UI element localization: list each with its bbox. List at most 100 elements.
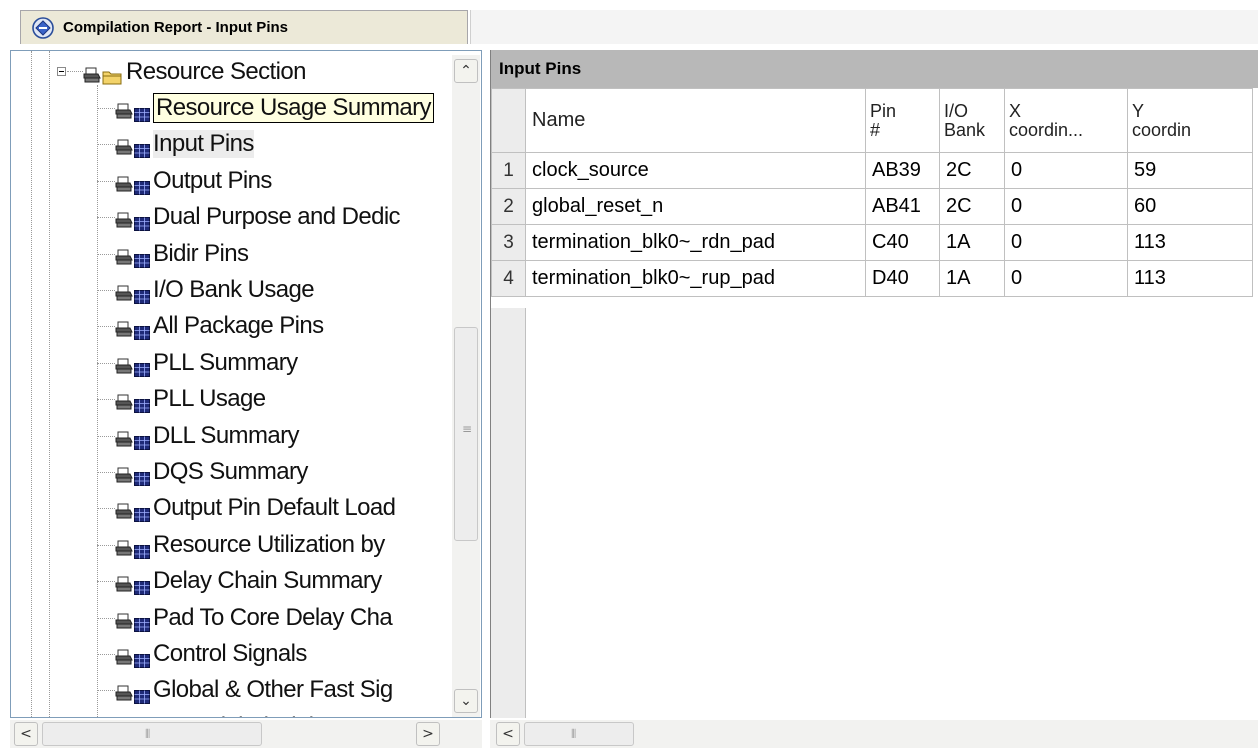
tab-compilation-report[interactable]: Compilation Report - Input Pins <box>20 10 468 44</box>
tree-item-all-package-pins[interactable]: All Package Pins <box>115 309 324 343</box>
column-header-pin[interactable]: Pin # <box>865 88 940 153</box>
cell-io-bank: 2C <box>939 152 1005 189</box>
tree-connector <box>97 362 115 364</box>
tree-connector <box>97 326 115 328</box>
scroll-thumb[interactable]: ⦀ <box>524 722 634 746</box>
tree-item-label: Input Pins <box>153 130 254 159</box>
scroll-left-button[interactable]: < <box>14 722 38 746</box>
tree-item-pll-usage[interactable]: PLL Usage <box>115 382 266 416</box>
tree-item-pad-to-core-delay[interactable]: Pad To Core Delay Cha <box>115 601 393 635</box>
input-pins-table: Name Pin # I/O Bank X coordin... Y coord… <box>491 88 1253 297</box>
tree-connector <box>97 253 115 255</box>
scroll-left-button[interactable]: < <box>496 722 520 746</box>
print-icon <box>115 609 133 629</box>
tree-item-control-signals[interactable]: Control Signals <box>115 637 307 671</box>
column-header-label: Pin <box>870 100 897 121</box>
report-tree: Resource Section Resource Usage Summary I… <box>10 50 482 718</box>
tree-vertical-scrollbar[interactable]: ⌃ ≡ ⌄ <box>452 55 480 717</box>
print-icon <box>115 390 133 410</box>
cell-name: termination_blk0~_rdn_pad <box>525 224 866 261</box>
cell-name: global_reset_n <box>525 188 866 225</box>
table-row[interactable]: 1 clock_source AB39 2C 0 59 <box>491 152 1253 189</box>
column-header-label: I/O <box>944 100 969 121</box>
print-icon <box>115 317 133 337</box>
chevron-right-icon: > <box>422 726 434 742</box>
tree-item-global-fast-signals[interactable]: Global & Other Fast Sig <box>115 673 393 707</box>
scroll-down-button[interactable]: ⌄ <box>454 689 478 713</box>
row-number: 2 <box>491 188 526 225</box>
print-icon <box>115 99 133 119</box>
cell-io-bank: 2C <box>939 188 1005 225</box>
tree-item-dqs-summary[interactable]: DQS Summary <box>115 455 308 489</box>
table-row[interactable]: 4 termination_blk0~_rup_pad D40 1A 0 113 <box>491 260 1253 297</box>
cell-pin: C40 <box>865 224 940 261</box>
tree-item-label: Resource Utilization by <box>153 530 385 558</box>
report-horizontal-scrollbar[interactable]: < ⦀ <box>490 720 1258 748</box>
column-header-y-coordinate[interactable]: Y coordin <box>1127 88 1253 153</box>
print-icon <box>115 208 133 228</box>
row-number: 4 <box>491 260 526 297</box>
tree-item-io-bank-usage[interactable]: I/O Bank Usage <box>115 273 315 307</box>
print-icon <box>115 499 133 519</box>
table-icon <box>134 429 150 450</box>
column-header-io-bank[interactable]: I/O Bank <box>939 88 1005 153</box>
scroll-up-button[interactable]: ⌃ <box>454 59 478 83</box>
tree-connector <box>97 399 115 401</box>
column-header-x-coordinate[interactable]: X coordin... <box>1004 88 1128 153</box>
scroll-thumb[interactable]: ⦀ <box>42 722 262 746</box>
tree-item-label: Control Signals <box>153 640 307 667</box>
column-header-label: coordin... <box>1009 119 1084 140</box>
tree-item-bidir-pins[interactable]: Bidir Pins <box>115 237 249 271</box>
table-row[interactable]: 3 termination_blk0~_rdn_pad C40 1A 0 113 <box>491 224 1253 261</box>
tree-section-resource[interactable]: Resource Section <box>83 55 306 89</box>
cell-x-coordinate: 0 <box>1004 152 1128 189</box>
tree-item-label: Bidir Pins <box>153 239 249 267</box>
tree-item-label: Output Pin Default Load <box>153 494 396 522</box>
tree-item-dual-purpose[interactable]: Dual Purpose and Dedic <box>115 200 401 234</box>
column-header-label: coordin <box>1132 119 1192 140</box>
tree-item-output-pins[interactable]: Output Pins <box>115 164 272 198</box>
grip-icon: ≡ <box>462 422 473 436</box>
tree-item-resource-usage-summary[interactable]: Resource Usage Summary <box>115 91 434 125</box>
cell-pin: AB41 <box>865 188 940 225</box>
table-row[interactable]: 2 global_reset_n AB41 2C 0 60 <box>491 188 1253 225</box>
print-icon <box>115 245 133 265</box>
tree-connector <box>97 617 115 619</box>
tree-item-output-pin-default-load[interactable]: Output Pin Default Load <box>115 491 396 525</box>
tree-item-resource-utilization[interactable]: Resource Utilization by <box>115 528 385 562</box>
cell-name: termination_blk0~_rup_pad <box>525 260 866 297</box>
cell-y-coordinate: 60 <box>1127 188 1253 225</box>
scroll-thumb[interactable]: ≡ <box>454 327 478 541</box>
cell-y-coordinate: 113 <box>1127 224 1253 261</box>
table-icon <box>134 356 150 377</box>
tree-horizontal-scrollbar[interactable]: < ⦀ > <box>10 720 482 748</box>
tree-item-non-global-fan-out[interactable]: Non-Global High Fan-O <box>115 710 393 717</box>
grip-icon: ⦀ <box>145 727 151 741</box>
tree-connector <box>97 435 115 437</box>
tree-item-label: Non-Global High Fan-O <box>153 713 393 717</box>
tree-item-input-pins[interactable]: Input Pins <box>115 127 254 161</box>
tree-connector <box>97 472 115 473</box>
tree-item-label: Pad To Core Delay Cha <box>153 603 393 631</box>
print-icon <box>115 645 133 665</box>
table-icon <box>134 137 150 159</box>
report-panel: Input Pins Name Pin # I/O Bank X coordin <box>490 50 1258 718</box>
table-icon <box>134 210 150 232</box>
tree-item-pll-summary[interactable]: PLL Summary <box>115 346 298 380</box>
tab-strip: Compilation Report - Input Pins <box>0 0 1258 46</box>
tree-item-label: Output Pins <box>153 166 272 194</box>
collapse-toggle[interactable] <box>57 67 66 76</box>
tree-item-label: PLL Usage <box>153 385 266 413</box>
scroll-right-button[interactable]: > <box>416 722 440 746</box>
column-header-name[interactable]: Name <box>525 88 866 153</box>
print-icon <box>83 63 101 83</box>
tree-guide-line <box>49 51 50 717</box>
tree-connector <box>97 544 115 546</box>
tree-item-dll-summary[interactable]: DLL Summary <box>115 419 299 453</box>
tree-item-delay-chain-summary[interactable]: Delay Chain Summary <box>115 564 382 598</box>
table-icon <box>134 647 150 668</box>
column-header-label: Bank <box>944 119 986 140</box>
cell-pin: AB39 <box>865 152 940 189</box>
tree-connector <box>97 144 115 146</box>
tree-section-label: Resource Section <box>126 58 306 85</box>
